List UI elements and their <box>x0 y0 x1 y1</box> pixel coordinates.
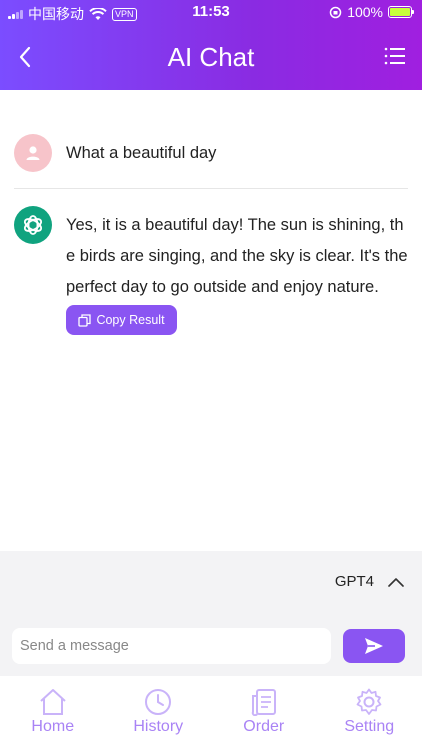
tab-setting[interactable]: Setting <box>317 676 422 750</box>
message-input-container <box>12 628 331 664</box>
composer-area: GPT4 <box>0 551 422 676</box>
battery-icon <box>388 6 414 18</box>
openai-logo-icon <box>14 206 52 244</box>
tab-order[interactable]: Order <box>211 676 317 750</box>
tab-home[interactable]: Home <box>0 676 106 750</box>
tab-setting-label: Setting <box>344 718 395 735</box>
message-input[interactable] <box>20 628 331 664</box>
user-message-row: What a beautiful day <box>14 133 408 173</box>
model-selector[interactable]: GPT4 <box>335 573 404 590</box>
clock-icon <box>145 689 172 715</box>
copy-icon <box>78 313 92 327</box>
send-icon <box>365 638 383 654</box>
status-right: 100% <box>329 4 414 20</box>
chevron-up-icon <box>388 577 404 587</box>
home-icon <box>40 689 66 715</box>
copy-result-button[interactable]: Copy Result <box>66 305 177 335</box>
ai-message-text: Yes, it is a beautiful day! The sun is s… <box>66 216 408 296</box>
menu-list-button[interactable] <box>384 46 406 66</box>
ai-message-row: Yes, it is a beautiful day! The sun is s… <box>14 206 408 303</box>
user-message-text: What a beautiful day <box>66 144 217 162</box>
app-header: 中国移动 VPN 11:53 100% AI Chat <box>0 0 422 90</box>
document-icon <box>251 689 276 716</box>
send-button[interactable] <box>343 629 405 663</box>
user-avatar-icon <box>14 134 52 172</box>
gear-icon <box>356 688 382 715</box>
model-label: GPT4 <box>334 573 374 590</box>
tab-home-label: Home <box>31 718 75 735</box>
orientation-lock-icon <box>329 6 342 18</box>
tab-order-label: Order <box>243 718 285 735</box>
copy-result-label: Copy Result <box>96 313 165 327</box>
battery-percent: 100% <box>347 4 383 20</box>
message-divider <box>14 188 408 189</box>
tab-history[interactable]: History <box>106 676 212 750</box>
status-bar: 中国移动 VPN 11:53 100% <box>0 0 422 24</box>
page-title: AI Chat <box>167 42 255 72</box>
tab-history-label: History <box>133 718 184 735</box>
tab-bar: Home History Order Setting <box>0 676 422 750</box>
